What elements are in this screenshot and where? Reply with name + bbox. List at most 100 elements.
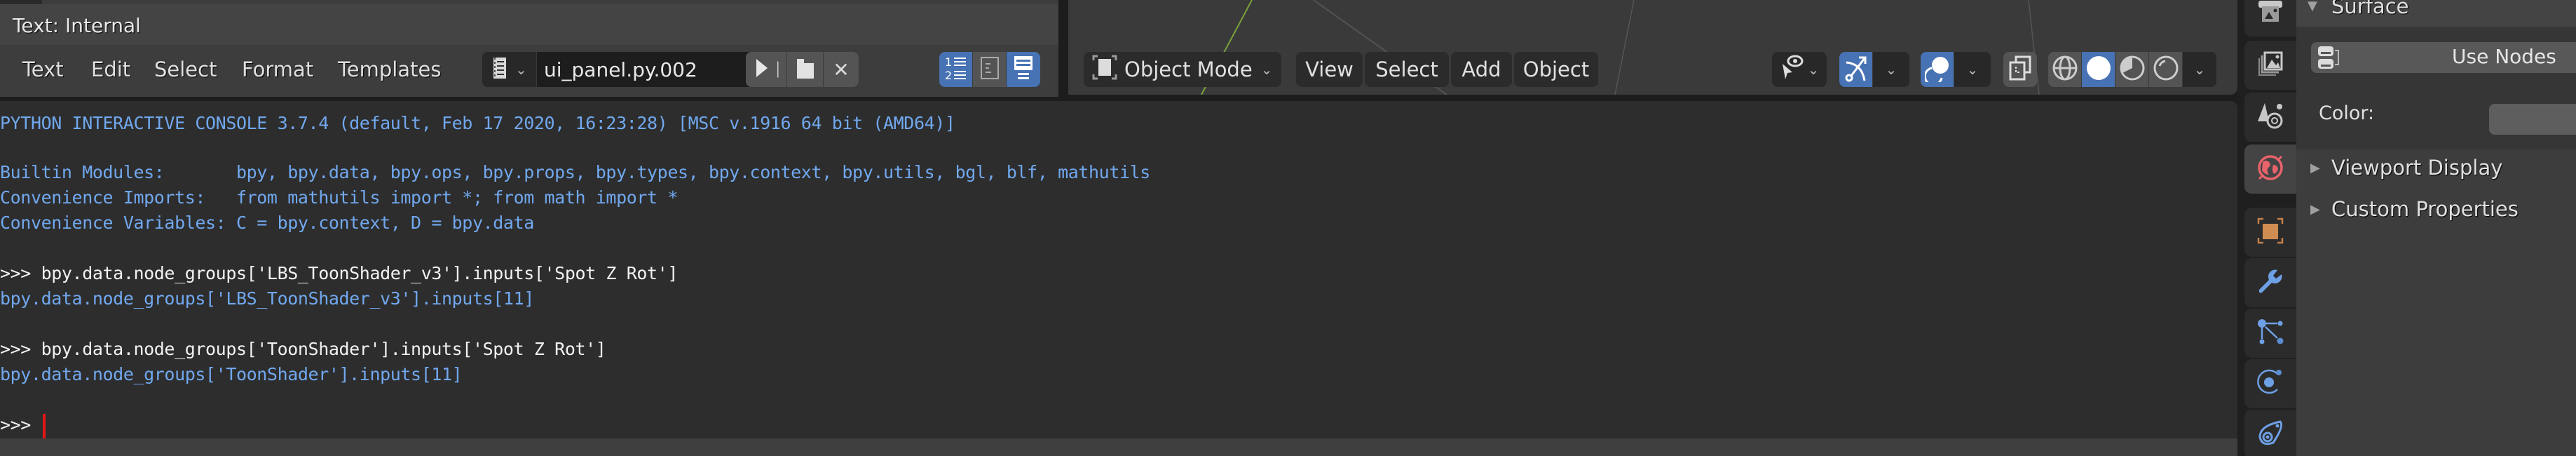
text-editor-area: Text: Internal Text Edit Select Format T… [0,0,1058,97]
console-footer [0,438,2237,456]
output-icon [2256,0,2284,27]
properties-panel: ▼ Surface Use Nodes Color: ▶ Viewport Di… [2296,0,2576,456]
view-layer-icon [2256,50,2284,81]
text-datablock-icon [491,56,510,83]
shading-wireframe[interactable] [2048,52,2082,87]
close-icon: ✕ [833,58,850,81]
overlay-dropdown[interactable]: ⌄ [1954,52,1991,87]
gizmo-icon [1844,54,1869,85]
eye-cursor-icon [1780,54,1804,85]
selectability-visibility[interactable]: ⌄ [1772,52,1827,87]
constraints-icon [2256,419,2284,450]
tab-output[interactable] [2244,0,2296,36]
shading-material[interactable] [2115,52,2149,87]
syntax-highlight-icon [1013,55,1034,84]
svg-text:2: 2 [945,69,952,81]
overlay-toggle[interactable] [1921,52,1954,87]
overlays-icon [1923,54,1950,86]
svg-text:1: 1 [945,55,952,69]
viewport-display-panel[interactable]: ▶ Viewport Display [2296,149,2576,190]
chevron-down-icon: ⌄ [515,61,527,78]
surface-panel-body: Use Nodes Color: [2296,27,2576,149]
gizmo-dropdown[interactable]: ⌄ [1873,52,1909,87]
menu-templates[interactable]: Templates [338,58,441,81]
shading-rendered[interactable] [2149,52,2183,87]
text-editor-title-bar: Text: Internal [0,4,1058,45]
line-numbers-toggle[interactable]: 12 [939,52,973,87]
syntax-highlight-toggle[interactable] [1007,52,1040,87]
wireframe-sphere-icon [2052,55,2078,84]
line-numbers-icon: 12 [944,55,968,84]
tab-physics[interactable] [2244,359,2296,408]
menu-edit[interactable]: Edit [91,58,130,81]
tab-scene[interactable] [2244,93,2296,142]
scene-icon [2256,102,2284,133]
gizmo-group: ⌄ [1839,52,1909,87]
word-wrap-toggle[interactable] [973,52,1007,87]
xray-group [2003,52,2037,87]
open-text-button[interactable] [787,52,824,87]
display-toggles: 12 [939,52,1040,87]
menu-add[interactable]: Add [1451,52,1512,87]
tab-constraints[interactable] [2244,410,2296,456]
custom-properties-panel[interactable]: ▶ Custom Properties [2296,191,2576,232]
python-console[interactable]: PYTHON INTERACTIVE CONSOLE 3.7.4 (defaul… [0,101,2237,439]
unlink-text-button[interactable]: ✕ [824,52,859,87]
shading-solid[interactable] [2082,52,2115,87]
chevron-down-icon: ⌄ [2193,61,2206,78]
physics-icon [2256,368,2284,399]
tab-world[interactable] [2244,145,2296,194]
console-line: Convenience Imports: from mathutils impo… [0,187,678,208]
console-input-line: >>> bpy.data.node_groups['LBS_ToonShader… [0,263,678,283]
shading-dropdown[interactable]: ⌄ [2183,52,2216,87]
run-script-button[interactable] [746,52,777,87]
color-field[interactable] [2489,104,2576,135]
menu-format[interactable]: Format [242,58,313,81]
chevron-down-icon: ⌄ [1807,61,1820,78]
surface-panel-header[interactable]: ▼ Surface [2296,0,2576,27]
properties-tabs [2237,0,2296,456]
xray-icon [2008,54,2033,85]
console-line: Builtin Modules: bpy, bpy.data, bpy.ops,… [0,162,1150,182]
area-divider[interactable] [1058,0,1068,97]
modifier-icon [2256,267,2284,298]
console-line: Convenience Variables: C = bpy.context, … [0,213,534,233]
menu-view[interactable]: View [1296,52,1363,87]
xray-toggle[interactable] [2003,52,2037,87]
console-prompt[interactable]: >>> [0,415,31,435]
3d-viewport[interactable]: Object Mode ⌄ View Select Add Object ⌄ ⌄… [1068,0,2237,95]
chevron-down-icon: ⌄ [1885,61,1897,78]
use-nodes-button[interactable]: Use Nodes [2311,42,2576,73]
mode-label: Object Mode [1124,58,1253,81]
expand-triangle-icon: ▶ [2310,202,2320,217]
menu-object[interactable]: Object [1514,52,1598,87]
text-editor-header: Text Edit Select Format Templates ⌄ ui_p… [0,46,1058,94]
console-line: bpy.data.node_groups['ToonShader'].input… [0,364,463,384]
gizmo-toggle[interactable] [1839,52,1873,87]
text-browse-button[interactable]: ⌄ [482,52,537,87]
console-input-line: >>> bpy.data.node_groups['ToonShader'].i… [0,339,606,359]
tab-particles[interactable] [2244,309,2296,358]
viewport-display-title: Viewport Display [2331,156,2503,180]
color-label: Color: [2319,102,2375,124]
world-icon [2256,154,2284,185]
console-line: bpy.data.node_groups['LBS_ToonShader_v3'… [0,288,534,309]
overlay-group: ⌄ [1921,52,1991,87]
material-sphere-icon [2119,55,2146,84]
menu-text[interactable]: Text [22,58,64,81]
file-name-field[interactable]: ui_panel.py.002 [537,52,751,87]
tab-view-layer[interactable] [2244,41,2296,90]
surface-title: Surface [2331,0,2409,18]
mode-selector[interactable]: Object Mode ⌄ [1084,52,1281,87]
particles-icon [2256,318,2284,349]
shading-group: ⌄ [2048,52,2216,87]
node-tree-icon [2317,45,2342,74]
menu-select[interactable]: Select [1365,52,1449,87]
menu-select[interactable]: Select [154,58,217,81]
console-line: PYTHON INTERACTIVE CONSOLE 3.7.4 (defaul… [0,113,955,133]
tab-modifiers[interactable] [2244,258,2296,307]
custom-properties-title: Custom Properties [2331,197,2519,221]
tab-object[interactable] [2244,208,2296,257]
text-cursor [43,414,46,439]
run-script-group [746,52,777,87]
